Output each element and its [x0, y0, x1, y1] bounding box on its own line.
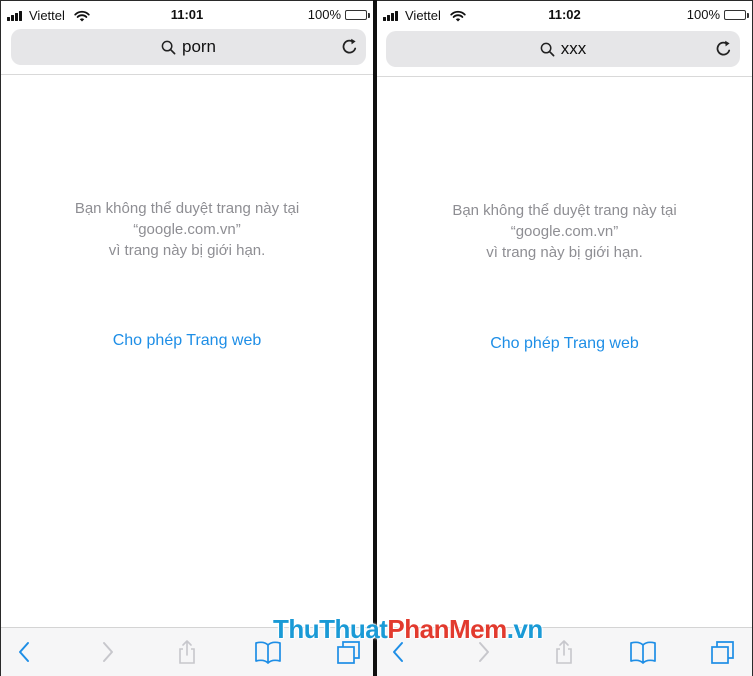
- battery-icon: [345, 9, 370, 20]
- watermark-part: ThuThuat: [273, 614, 388, 644]
- share-button[interactable]: [550, 638, 578, 666]
- watermark-part: .vn: [506, 614, 544, 644]
- divider: [377, 76, 752, 77]
- message-line: vì trang này bị giới hạn.: [108, 242, 266, 259]
- address-bar-query: porn: [181, 37, 217, 56]
- address-bar-content: xxx: [386, 31, 740, 67]
- search-icon: [540, 42, 555, 56]
- watermark-part: PhanMem: [387, 614, 507, 644]
- battery-icon: [724, 9, 749, 20]
- bookmarks-button[interactable]: [629, 638, 657, 666]
- tabs-icon: [711, 641, 734, 664]
- back-icon: [19, 642, 29, 662]
- address-bar[interactable]: porn: [11, 29, 366, 65]
- allow-website-link[interactable]: Cho phép Trang web: [377, 335, 752, 353]
- watermark-logo: ThuThuatPhanMem.vn: [273, 614, 543, 645]
- reload-icon[interactable]: [340, 37, 360, 57]
- phone-screen-left: Viettel 11:01 100% porn Bạn không thể du…: [1, 0, 373, 676]
- restriction-message: Bạn không thể duyệt trang này tại “googl…: [377, 200, 752, 263]
- forward-button[interactable]: [93, 638, 121, 666]
- status-right: 100%: [307, 7, 370, 22]
- address-bar-query: xxx: [560, 39, 587, 58]
- search-icon: [161, 40, 176, 54]
- divider: [1, 74, 373, 75]
- tabs-button[interactable]: [709, 638, 737, 666]
- message-line: “google.com.vn”: [510, 223, 619, 240]
- battery-percent: 100%: [307, 7, 341, 22]
- address-bar[interactable]: xxx: [386, 31, 740, 67]
- status-right: 100%: [686, 7, 749, 22]
- battery-percent: 100%: [686, 7, 720, 22]
- phone-screen-right: Viettel 11:02 100% xxx Bạn không thể duy…: [377, 0, 752, 676]
- status-bar: Viettel 11:01 100%: [1, 0, 373, 28]
- address-bar-content: porn: [11, 29, 366, 65]
- forward-icon: [103, 642, 113, 662]
- back-button[interactable]: [11, 638, 39, 666]
- message-line: Bạn không thể duyệt trang này tại: [74, 200, 300, 217]
- share-icon: [556, 640, 572, 664]
- restriction-message: Bạn không thể duyệt trang này tại “googl…: [1, 198, 373, 261]
- status-bar: Viettel 11:02 100%: [377, 0, 752, 28]
- share-button[interactable]: [173, 638, 201, 666]
- reload-icon[interactable]: [714, 39, 734, 59]
- bookmarks-icon: [630, 641, 656, 664]
- message-line: “google.com.vn”: [133, 221, 241, 238]
- message-line: Bạn không thể duyệt trang này tại: [452, 202, 677, 219]
- share-icon: [179, 640, 195, 664]
- allow-website-link[interactable]: Cho phép Trang web: [1, 332, 373, 350]
- message-line: vì trang này bị giới hạn.: [486, 244, 643, 261]
